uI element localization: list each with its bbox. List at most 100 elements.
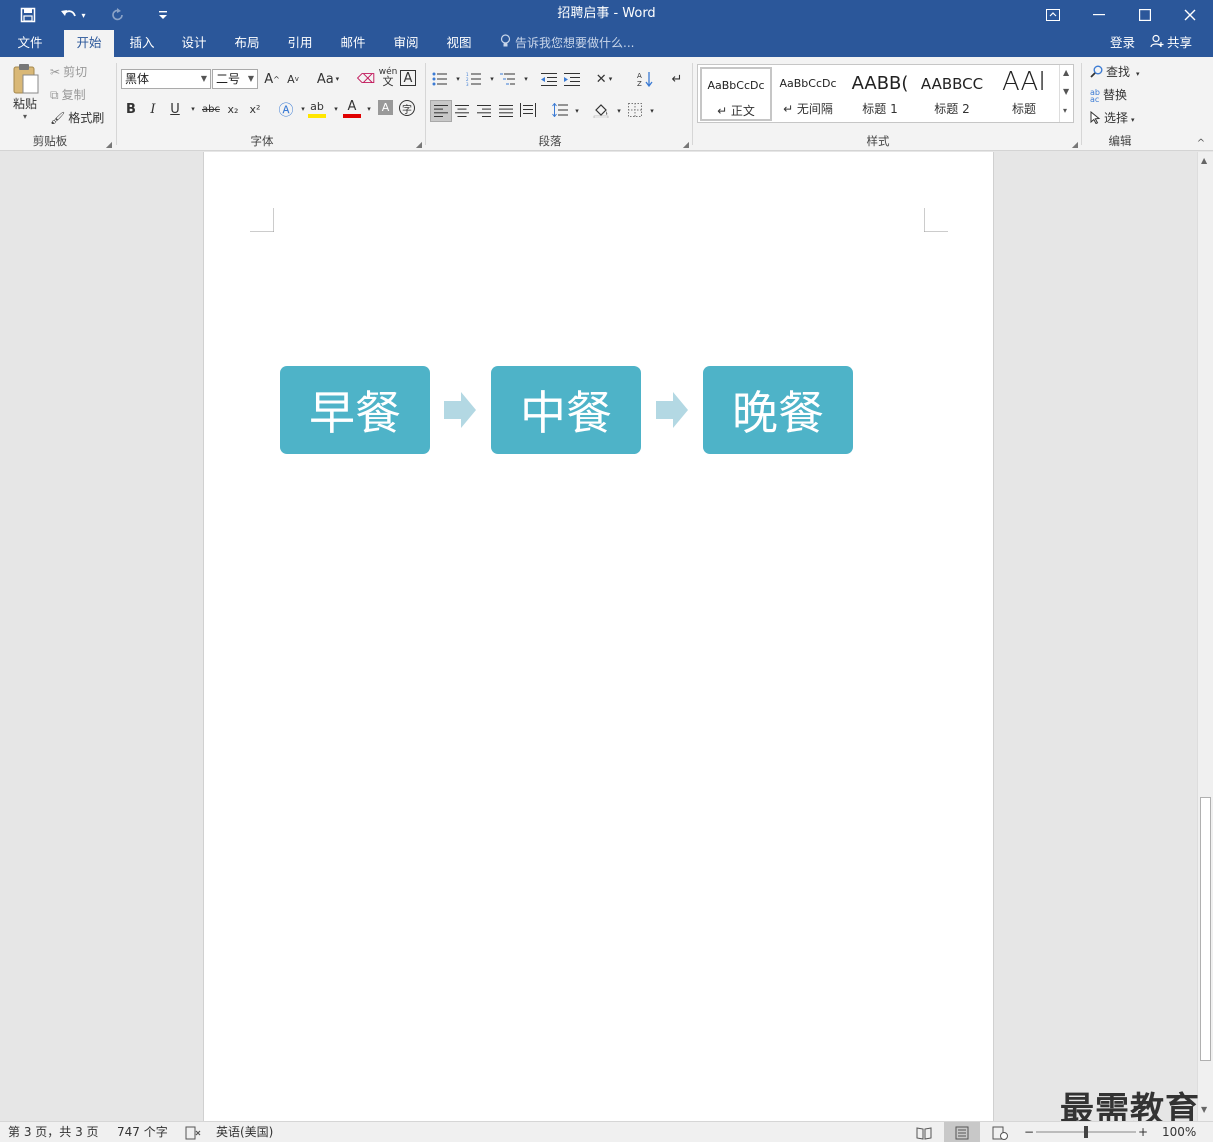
align-center-button[interactable] [453, 102, 471, 120]
document-page[interactable] [203, 152, 994, 1121]
read-mode-icon[interactable] [916, 1122, 932, 1142]
style-heading-2[interactable]: AABBCC 标题 2 [916, 67, 988, 121]
margin-corner-mark [924, 208, 948, 232]
decrease-indent-icon[interactable] [540, 70, 558, 88]
font-name-select[interactable]: 黑体 ▼ [121, 69, 211, 89]
select-button[interactable]: 选择 ▾ [1090, 109, 1135, 127]
language-indicator[interactable]: 英语(美国) [216, 1122, 273, 1142]
paste-button[interactable]: 粘贴 ▾ [12, 63, 40, 121]
font-size-select[interactable]: 二号 ▼ [212, 69, 258, 89]
align-left-button[interactable] [430, 100, 452, 122]
borders-dropdown-icon[interactable]: ▾ [643, 102, 661, 120]
strikethrough-button[interactable]: abc [200, 100, 222, 118]
justify-button[interactable] [497, 102, 515, 120]
find-button[interactable]: 查找 ▾ [1090, 63, 1140, 81]
format-painter-label: 格式刷 [68, 111, 105, 125]
tab-insert[interactable]: 插入 [118, 30, 166, 57]
process-step-dinner[interactable]: 晚餐 [703, 366, 853, 454]
minimize-button[interactable] [1076, 0, 1122, 30]
grow-font-icon[interactable]: A ^ [263, 70, 281, 88]
process-step-lunch[interactable]: 中餐 [491, 366, 641, 454]
enclose-characters-icon[interactable]: 字 [399, 100, 415, 116]
zoom-in-button[interactable]: + [1138, 1122, 1148, 1142]
process-step-breakfast[interactable]: 早餐 [280, 366, 430, 454]
subscript-button[interactable]: x₂ [224, 100, 242, 118]
collapse-ribbon-icon[interactable]: ^ [1192, 134, 1210, 152]
clear-formatting-icon[interactable]: ⌫ [357, 70, 375, 88]
increase-indent-icon[interactable] [563, 70, 581, 88]
phonetic-guide-icon[interactable]: wén 文 [379, 68, 398, 88]
web-layout-icon[interactable] [992, 1122, 1008, 1142]
paste-dropdown-icon[interactable]: ▾ [23, 112, 40, 121]
font-name-value: 黑体 [125, 72, 150, 86]
format-painter-button[interactable]: 🖌 格式刷 [50, 109, 104, 126]
print-layout-icon[interactable] [944, 1122, 980, 1142]
login-link[interactable]: 登录 [1110, 30, 1135, 57]
scroll-up-icon[interactable]: ▲ [1201, 156, 1207, 165]
style-no-spacing[interactable]: AaBbCcDc ↵ 无间隔 [772, 67, 844, 121]
page-count[interactable]: 第 3 页，共 3 页 [8, 1122, 99, 1142]
zoom-slider-thumb[interactable] [1084, 1126, 1088, 1138]
bold-button[interactable]: B [122, 100, 140, 118]
ribbon-display-icon[interactable] [1030, 0, 1076, 30]
zoom-slider[interactable] [1036, 1122, 1136, 1142]
style-title[interactable]: AAI 标题 [988, 67, 1060, 121]
character-shading-icon[interactable]: A [378, 100, 393, 115]
tab-file[interactable]: 文件 [6, 30, 54, 57]
style-heading-1[interactable]: AABB( 标题 1 [844, 67, 916, 121]
tab-design[interactable]: 设计 [170, 30, 218, 57]
chevron-up-icon[interactable]: ▲ [1063, 68, 1069, 77]
highlight-icon[interactable]: ab [308, 98, 326, 118]
proofing-icon[interactable] [185, 1122, 201, 1142]
tab-review[interactable]: 审阅 [382, 30, 430, 57]
line-spacing-icon[interactable] [551, 101, 569, 119]
tab-view[interactable]: 视图 [435, 30, 483, 57]
italic-button[interactable]: I [144, 100, 162, 118]
distributed-button[interactable] [519, 101, 537, 119]
tab-home[interactable]: 开始 [64, 30, 114, 57]
select-label: 选择 [1104, 111, 1129, 125]
font-color-dropdown-icon[interactable]: ▾ [360, 100, 378, 118]
underline-button[interactable]: U [166, 100, 184, 118]
tab-layout[interactable]: 布局 [223, 30, 271, 57]
zoom-level[interactable]: 100% [1162, 1122, 1196, 1142]
copy-button[interactable]: ⧉ 复制 [50, 86, 86, 103]
shading-icon[interactable] [592, 101, 610, 119]
scroll-down-icon[interactable]: ▼ [1201, 1105, 1207, 1114]
tab-references[interactable]: 引用 [276, 30, 324, 57]
align-right-button[interactable] [475, 102, 493, 120]
bullets-icon[interactable] [431, 70, 449, 88]
borders-icon[interactable] [626, 101, 644, 119]
asian-layout-icon[interactable]: ✕ ▾ [595, 70, 613, 88]
gallery-scroll[interactable]: ▲ ▼ ▾ [1059, 65, 1073, 122]
show-marks-icon[interactable]: ↵ [668, 70, 686, 88]
process-arrow-icon [444, 392, 476, 428]
more-styles-icon[interactable]: ▾ [1063, 106, 1067, 115]
superscript-button[interactable]: x² [246, 100, 264, 118]
multilevel-list-icon[interactable] [499, 70, 517, 88]
replace-button[interactable]: ab ac 替换 [1090, 86, 1127, 103]
vertical-scrollbar[interactable]: ▲ ▼ [1197, 152, 1213, 1121]
font-color-icon[interactable]: A [343, 98, 361, 118]
word-count[interactable]: 747 个字 [117, 1122, 168, 1142]
character-border-icon[interactable]: A [400, 70, 416, 86]
scrollbar-thumb[interactable] [1200, 797, 1211, 1061]
zoom-out-button[interactable]: − [1024, 1122, 1034, 1142]
maximize-button[interactable] [1122, 0, 1168, 30]
change-case-button[interactable]: Aa ▾ [314, 70, 342, 88]
svg-text:A: A [637, 72, 642, 80]
shrink-font-icon[interactable]: Av [284, 70, 302, 88]
style-normal[interactable]: AaBbCcDc ↵ 正文 [700, 67, 772, 121]
lightbulb-icon [500, 31, 511, 57]
multilevel-dropdown-icon[interactable]: ▾ [517, 70, 535, 88]
share-button[interactable]: 共享 [1150, 30, 1192, 57]
close-button[interactable] [1167, 0, 1213, 30]
sort-icon[interactable]: AZ [636, 70, 654, 88]
chevron-down-icon[interactable]: ▼ [1063, 87, 1069, 96]
cut-button[interactable]: ✂ 剪切 [50, 63, 87, 80]
numbering-icon[interactable]: 123 [465, 70, 483, 88]
tab-mailings[interactable]: 邮件 [329, 30, 377, 57]
text-effects-icon[interactable]: Ⓐ [277, 100, 295, 119]
tell-me-box[interactable]: 告诉我您想要做什么... [500, 30, 634, 57]
line-spacing-dropdown-icon[interactable]: ▾ [568, 102, 586, 120]
